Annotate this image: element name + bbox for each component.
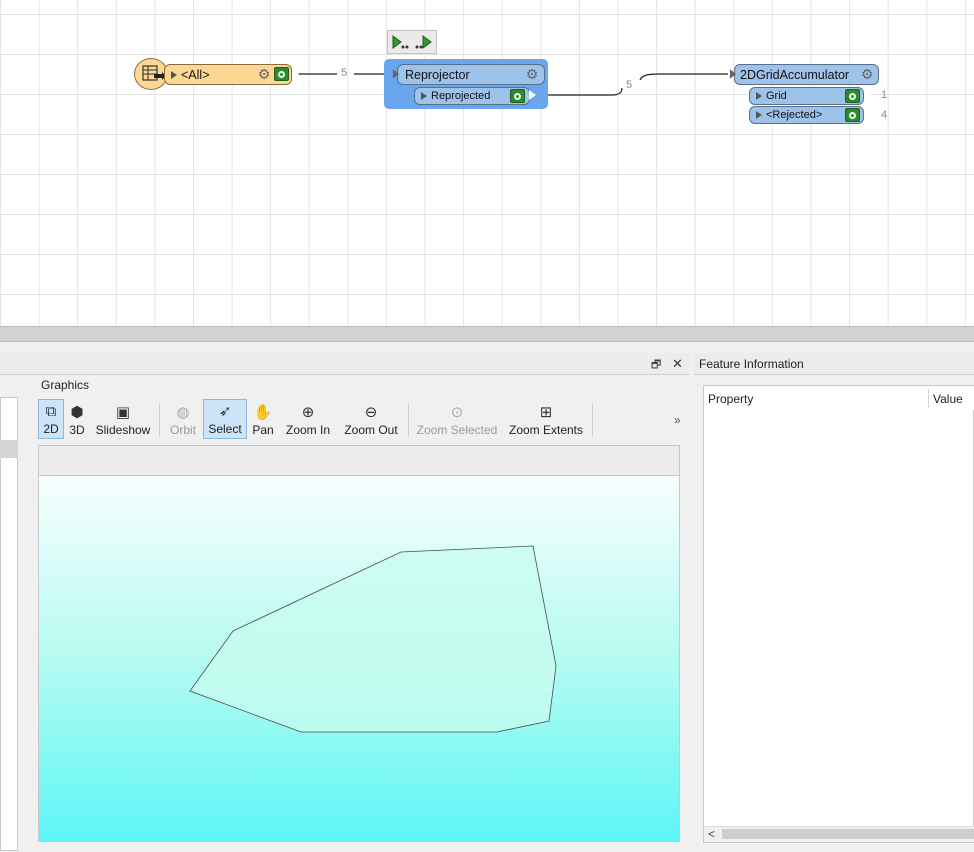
inspect-icon[interactable] (274, 67, 289, 81)
slideshow-icon: ▣ (115, 404, 131, 421)
run-from-this-icon[interactable] (415, 34, 433, 50)
pan-label: Pan (252, 423, 274, 437)
column-divider[interactable] (928, 389, 929, 408)
zoom-extents-button[interactable]: ⊞ Zoom Extents (508, 399, 584, 439)
output-arrow-icon[interactable] (863, 109, 871, 121)
expand-triangle-icon[interactable] (421, 92, 427, 100)
output-arrow-icon[interactable] (863, 89, 871, 101)
reprojector-node[interactable]: Reprojector (397, 64, 545, 85)
accumulator-node[interactable]: 2DGridAccumulator (734, 64, 879, 85)
geometry-layer (189, 545, 557, 733)
zoom-extents-label: Zoom Extents (508, 423, 584, 437)
pane-splitter[interactable] (0, 326, 974, 342)
input-arrow-icon[interactable] (729, 69, 737, 79)
zoom-extents-icon: ⊞ (539, 404, 553, 421)
toolbar-separator (159, 403, 160, 437)
port-label: <All> (181, 67, 210, 82)
zoom-selected-icon: ⊙ (450, 404, 464, 421)
zoom-out-icon: ⊖ (364, 404, 378, 421)
inspect-icon[interactable] (845, 89, 860, 103)
expand-triangle-icon[interactable] (756, 111, 762, 119)
restore-window-icon[interactable]: 🗗 (651, 356, 661, 375)
slideshow-label: Slideshow (95, 423, 151, 437)
gear-icon[interactable]: ⚙ (257, 67, 271, 81)
left-panel-strip[interactable] (0, 397, 18, 851)
select-cursor-icon: ➶ (218, 403, 232, 420)
polygon-feature[interactable] (189, 545, 557, 733)
run-buttons-bar (387, 30, 437, 54)
connection-lines (298, 73, 728, 96)
port-label: Reprojected (431, 90, 491, 102)
zoom-in-icon: ⊕ (301, 404, 315, 421)
close-icon[interactable]: ✕ (672, 356, 683, 372)
output-arrow-icon[interactable] (528, 89, 536, 101)
inspect-icon[interactable] (845, 108, 860, 122)
toolbar-separator (592, 403, 593, 437)
view-3d-button[interactable]: ⬢ 3D (66, 399, 88, 439)
feature-info-column-header: Property Value (704, 386, 974, 410)
table-icon (142, 65, 166, 81)
feature-info-table[interactable] (703, 385, 974, 843)
zoom-in-button[interactable]: ⊕ Zoom In (284, 399, 332, 439)
gear-icon[interactable]: ⚙ (860, 67, 874, 81)
pan-button[interactable]: ✋ Pan (251, 399, 275, 439)
orbit-icon: ◍ (176, 404, 190, 421)
graphics-title: Graphics (39, 378, 92, 392)
zoom-selected-label: Zoom Selected (416, 423, 498, 437)
orbit-label: Orbit (169, 423, 196, 437)
feature-info-header: Feature Information (694, 353, 974, 375)
zoom-in-label: Zoom In (285, 423, 330, 437)
view-top-bar (38, 445, 680, 475)
input-arrow-icon[interactable] (392, 69, 400, 79)
reader-node[interactable] (134, 58, 168, 90)
select-label: Select (208, 422, 242, 436)
zoom-out-label: Zoom Out (344, 423, 398, 437)
orbit-button[interactable]: ◍ Orbit (167, 399, 199, 439)
graphics-view[interactable] (38, 475, 680, 842)
shapes-2d-icon: ⧉ (45, 403, 57, 420)
view-2d-label: 2D (43, 422, 59, 436)
feature-count-label: 5 (341, 67, 348, 79)
output-arrow-icon[interactable] (291, 68, 299, 80)
expand-triangle-icon[interactable] (171, 70, 177, 79)
transformer-name: Reprojector (405, 67, 470, 82)
zoom-selected-button[interactable]: ⊙ Zoom Selected (416, 399, 498, 439)
workspace-canvas[interactable]: 5 5 <All> ⚙ Reprojector ⚙ Reprojected 2D… (0, 0, 974, 326)
shapes-3d-icon: ⬢ (70, 404, 84, 421)
scrollbar-thumb[interactable] (722, 829, 974, 839)
graphics-pane-header (0, 353, 689, 375)
select-button[interactable]: ➶ Select (203, 399, 247, 439)
feature-count-label: 1 (881, 89, 888, 101)
column-header-property[interactable]: Property (708, 392, 753, 406)
connection-reprojector-accumulator-2[interactable] (639, 73, 728, 81)
zoom-out-button[interactable]: ⊖ Zoom Out (342, 399, 400, 439)
run-to-this-icon[interactable] (391, 34, 409, 50)
inspect-icon[interactable] (510, 89, 525, 103)
expand-triangle-icon[interactable] (756, 92, 762, 100)
gear-icon[interactable]: ⚙ (525, 67, 539, 81)
column-header-value[interactable]: Value (933, 392, 963, 406)
feature-count-label: 4 (881, 109, 888, 121)
feature-count-label: 5 (626, 79, 633, 91)
view-2d-button[interactable]: ⧉ 2D (38, 399, 64, 439)
scroll-left-icon[interactable]: < (708, 827, 715, 841)
toolbar-overflow-icon[interactable]: » (674, 413, 681, 427)
feature-info-title: Feature Information (699, 357, 804, 371)
toolbar-separator (408, 403, 409, 437)
port-label: <Rejected> (766, 109, 823, 121)
hand-icon: ✋ (253, 404, 273, 421)
view-3d-label: 3D (69, 423, 85, 437)
slideshow-button[interactable]: ▣ Slideshow (95, 399, 151, 439)
connection-reprojector-accumulator[interactable] (536, 87, 623, 96)
left-panel-selected-row[interactable] (0, 440, 18, 458)
transformer-name: 2DGridAccumulator (740, 67, 850, 82)
port-label: Grid (766, 90, 787, 102)
reader-port-all[interactable]: <All> (164, 64, 292, 85)
